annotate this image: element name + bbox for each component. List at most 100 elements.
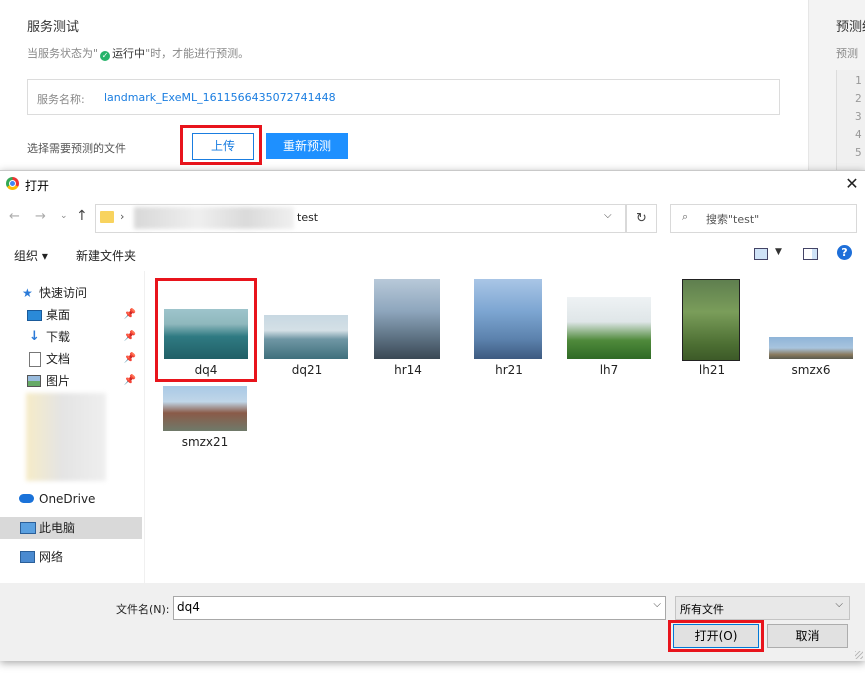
- file-thumbnail: [474, 279, 542, 359]
- service-name-label: 服务名称:: [37, 93, 85, 106]
- search-placeholder: 搜索"test": [706, 213, 760, 226]
- nav-pictures[interactable]: 图片 📌: [0, 370, 142, 392]
- line-number: 5: [855, 146, 862, 159]
- cancel-button[interactable]: 取消: [767, 624, 848, 648]
- path-segment[interactable]: test: [297, 211, 318, 224]
- nav-this-pc[interactable]: 此电脑: [0, 517, 142, 539]
- status-value: 运行中: [112, 47, 146, 60]
- up-arrow-icon[interactable]: ↑: [76, 208, 88, 224]
- nav-divider: [144, 271, 145, 583]
- nav-downloads[interactable]: ↓ 下载 📌: [0, 326, 142, 348]
- file-thumbnail: [682, 279, 740, 361]
- blurred-path: [134, 207, 294, 229]
- view-dropdown-icon[interactable]: ▼: [775, 247, 782, 257]
- document-icon: [29, 352, 41, 367]
- line-number: 3: [855, 110, 862, 123]
- line-number: 4: [855, 128, 862, 141]
- dialog-title: 打开: [25, 179, 50, 193]
- nav-label: 文档: [46, 352, 71, 366]
- result-panel-sub: 预测: [836, 47, 858, 60]
- file-thumbnail: [769, 337, 853, 359]
- file-type-filter[interactable]: 所有文件 ⌵: [675, 596, 850, 620]
- file-item[interactable]: dq21: [262, 279, 352, 379]
- status-prefix: 当服务状态为": [27, 47, 99, 60]
- pin-icon: 📌: [123, 375, 136, 386]
- nav-documents[interactable]: 文档 📌: [0, 348, 142, 370]
- nav-desktop[interactable]: 桌面 📌: [0, 304, 142, 326]
- file-item[interactable]: lh21: [668, 279, 756, 379]
- nav-network[interactable]: 网络: [0, 546, 142, 568]
- line-number: 2: [855, 92, 862, 105]
- nav-onedrive[interactable]: OneDrive: [0, 488, 142, 510]
- resize-grip[interactable]: [855, 651, 863, 659]
- open-file-dialog: 打开 ✕ ← → ⌄ ↑ › test ⌵ ↻ ⌕ 搜索"test" 组织 ▾ …: [0, 170, 865, 661]
- search-icon: ⌕: [682, 210, 689, 223]
- open-button-highlight-box: [668, 620, 764, 652]
- section-title: 服务测试: [27, 20, 80, 35]
- search-input[interactable]: ⌕ 搜索"test": [670, 204, 857, 233]
- cloud-icon: [19, 494, 34, 503]
- result-panel-title: 预测结: [836, 20, 865, 35]
- refresh-icon[interactable]: ↻: [626, 204, 657, 233]
- file-name: dq21: [291, 363, 323, 377]
- help-icon[interactable]: ?: [837, 245, 852, 260]
- recent-locations-icon[interactable]: ⌄: [60, 211, 68, 221]
- file-name: smzx6: [791, 363, 831, 377]
- nav-label: 桌面: [46, 308, 71, 322]
- network-icon: [20, 551, 35, 563]
- status-suffix: "时，才能进行预测。: [145, 47, 250, 60]
- file-item[interactable]: hr21: [464, 279, 554, 379]
- file-thumbnail: [264, 315, 348, 359]
- upload-highlight-box: [180, 125, 262, 165]
- file-name: lh21: [698, 363, 726, 377]
- file-thumbnail: [567, 297, 651, 359]
- preview-pane-icon[interactable]: [803, 248, 818, 260]
- file-thumbnail: [163, 386, 247, 431]
- filename-dropdown-icon[interactable]: ⌵: [653, 599, 661, 610]
- path-dropdown-icon[interactable]: ⌵: [604, 210, 612, 221]
- navigation-pane: ★ 快速访问 桌面 📌 ↓ 下载 📌 文档 📌 图片 📌 OneDrive 此电…: [0, 271, 142, 583]
- status-hint: 当服务状态为" ✓ 运行中"时，才能进行预测。: [27, 45, 249, 61]
- filename-value: dq4: [177, 600, 200, 614]
- nav-label: 快速访问: [39, 286, 88, 300]
- filename-label: 文件名(N):: [116, 603, 170, 616]
- pin-icon: 📌: [123, 309, 136, 320]
- nav-label: 此电脑: [39, 521, 76, 535]
- pictures-icon: [27, 375, 41, 387]
- download-icon: ↓: [29, 329, 40, 344]
- pin-icon: 📌: [123, 353, 136, 364]
- computer-icon: [20, 522, 36, 534]
- nav-label: 图片: [46, 374, 71, 388]
- pin-icon: 📌: [123, 331, 136, 342]
- nav-label: OneDrive: [39, 492, 96, 506]
- result-editor[interactable]: 1 2 3 4 5: [836, 70, 865, 170]
- file-name: lh7: [599, 363, 619, 377]
- file-name: smzx21: [181, 435, 229, 449]
- file-item[interactable]: smzx21: [160, 381, 250, 461]
- address-bar[interactable]: › test ⌵: [95, 204, 626, 233]
- repredict-button[interactable]: 重新预测: [266, 133, 348, 159]
- back-arrow-icon[interactable]: ←: [9, 209, 20, 224]
- new-folder-button[interactable]: 新建文件夹: [76, 247, 136, 264]
- nav-quick-access[interactable]: ★ 快速访问: [0, 282, 142, 304]
- forward-arrow-icon[interactable]: →: [35, 209, 46, 224]
- file-item[interactable]: lh7: [566, 279, 652, 379]
- filename-input[interactable]: dq4 ⌵: [173, 596, 666, 620]
- file-name: hr21: [495, 363, 523, 377]
- blurred-nav-items: [26, 393, 106, 481]
- file-item[interactable]: hr14: [364, 279, 452, 379]
- check-circle-icon: ✓: [100, 51, 111, 61]
- desktop-icon: [27, 310, 42, 321]
- line-number: 1: [855, 74, 862, 87]
- organize-menu[interactable]: 组织 ▾: [14, 247, 48, 264]
- folder-icon: [100, 211, 114, 223]
- service-name-value: landmark_ExeML_1611566435072741448: [104, 91, 336, 104]
- view-options-icon[interactable]: [754, 248, 768, 260]
- file-item[interactable]: smzx6: [768, 279, 854, 379]
- filter-dropdown-icon: ⌵: [835, 599, 843, 610]
- path-chevron-icon: ›: [120, 210, 125, 223]
- chrome-icon: [6, 177, 19, 190]
- file-name: hr14: [394, 363, 422, 377]
- close-icon[interactable]: ✕: [843, 174, 861, 193]
- nav-label: 网络: [39, 550, 64, 564]
